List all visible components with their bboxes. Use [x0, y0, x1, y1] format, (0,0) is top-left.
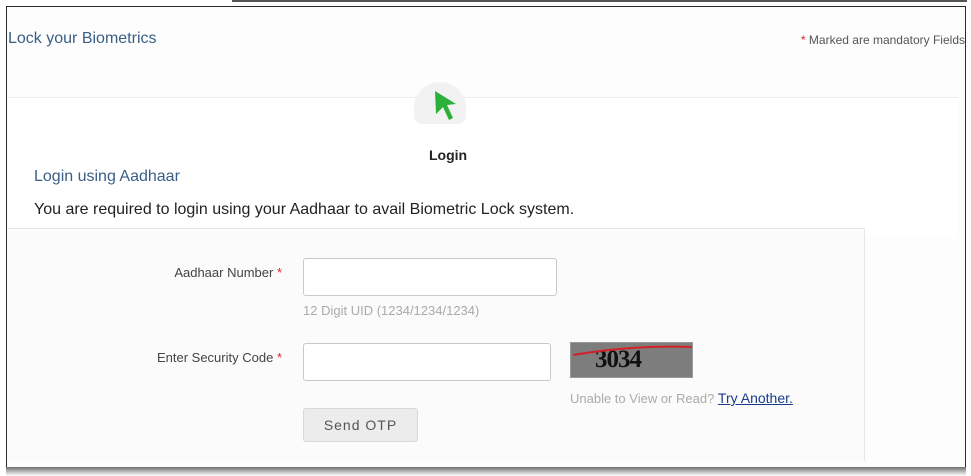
aadhaar-number-label-text: Aadhaar Number	[174, 265, 274, 280]
captcha-strike-line	[572, 345, 692, 356]
step-label-login: Login	[429, 147, 468, 163]
captcha-image: 3034	[570, 342, 693, 378]
section-title: Login using Aadhaar	[34, 168, 180, 185]
security-code-input[interactable]	[303, 343, 551, 381]
captcha-help: Unable to View or Read? Try Another.	[570, 390, 793, 406]
aadhaar-number-input[interactable]	[303, 258, 557, 296]
aadhaar-number-label: Aadhaar Number *	[140, 265, 282, 280]
top-divider	[232, 0, 967, 2]
mandatory-note: * Marked are mandatory Fields	[801, 33, 965, 47]
unable-text: Unable to View or Read?	[570, 391, 715, 406]
mandatory-text: Marked are mandatory Fields	[808, 33, 965, 47]
try-another-link[interactable]: Try Another.	[718, 390, 793, 406]
bottom-shadow	[6, 467, 966, 476]
security-code-label: Enter Security Code *	[120, 350, 282, 365]
cursor-arrow-icon	[435, 91, 456, 120]
required-star: *	[800, 33, 806, 47]
page-title: Lock your Biometrics	[8, 30, 157, 47]
required-star: *	[276, 350, 282, 365]
instruction-text: You are required to login using your Aad…	[34, 201, 575, 218]
required-star: *	[276, 265, 282, 280]
send-otp-button[interactable]: Send OTP	[303, 408, 418, 442]
aadhaar-hint: 12 Digit UID (1234/1234/1234)	[303, 303, 480, 318]
security-code-label-text: Enter Security Code	[156, 350, 274, 365]
